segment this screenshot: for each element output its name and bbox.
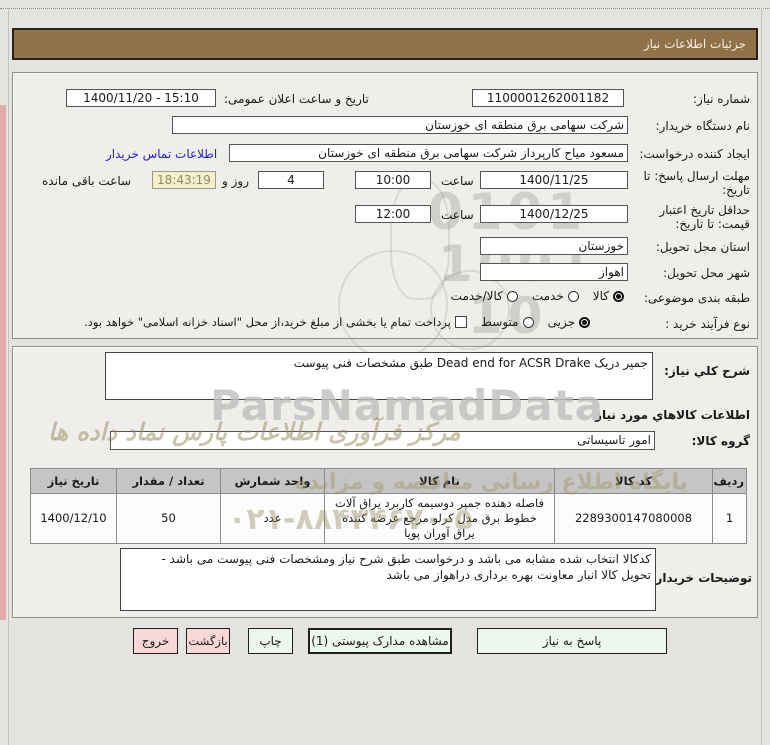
col-goods-code: کد کالا <box>554 468 713 494</box>
treasury-checkbox[interactable] <box>454 316 467 328</box>
partial-radio-label: جزیی <box>547 315 575 329</box>
goods-info-title: اطلاعات کالاهاي مورد نیاز <box>595 408 750 422</box>
delivery-city-label: شهر محل تحویل: <box>663 266 750 280</box>
print-button[interactable]: چاپ <box>248 628 293 654</box>
view-attached-docs-button[interactable]: مشاهده مدارک پیوستی (1) <box>308 628 452 654</box>
announce-datetime-label: تاریخ و ساعت اعلان عمومی: <box>224 92 369 106</box>
cell-unit: عدد <box>220 493 325 544</box>
cell-need-date: 1400/12/10 <box>30 493 117 544</box>
goods-table-row: 1 2289300147080008 فاصله دهنده جمپر دوسی… <box>30 493 747 544</box>
treasury-checkbox-option: پرداخت تمام یا بخشی از مبلغ خرید،از محل … <box>84 315 467 329</box>
radio-option-partial: جزیی <box>548 315 590 329</box>
purchase-process-radio-group: جزیی متوسط پرداخت تمام یا بخشی از مبلغ خ… <box>84 315 590 329</box>
buyer-org-label: نام دستگاه خریدار: <box>655 119 751 133</box>
treasury-checkbox-label: پرداخت تمام یا بخشی از مبلغ خرید،از محل … <box>84 315 451 329</box>
cell-goods-name: فاصله دهنده جمپر دوسیمه کاربرد یراق آلات… <box>324 493 555 544</box>
service-radio[interactable] <box>567 290 579 302</box>
left-frame-line <box>8 8 9 745</box>
back-button[interactable]: بازگشت <box>186 628 230 654</box>
need-description-textarea[interactable]: جمپر دریک Dead end for ACSR Drake طبق مش… <box>105 352 653 400</box>
cell-goods-code: 2289300147080008 <box>554 493 713 544</box>
page-title: جزئیات اطلاعات نیاز <box>643 37 746 51</box>
radio-option-medium: متوسط <box>481 315 534 329</box>
medium-radio-label: متوسط <box>480 315 519 329</box>
medium-radio[interactable] <box>522 316 534 328</box>
col-quantity: تعداد / مقدار <box>116 468 221 494</box>
delivery-province-label: استان محل تحویل: <box>655 240 750 254</box>
goods-radio[interactable] <box>613 290 624 302</box>
cell-row-number: 1 <box>712 493 747 544</box>
need-number-field[interactable]: 1100001262001182 <box>472 89 624 107</box>
goods-table: ردیف کد کالا نام کالا واحد شمارش تعداد /… <box>30 468 747 544</box>
partial-radio[interactable] <box>579 316 590 328</box>
radio-option-goods: کالا <box>593 289 624 303</box>
goods-service-radio[interactable] <box>506 290 518 302</box>
page-title-bar: جزئیات اطلاعات نیاز <box>12 28 758 60</box>
delivery-province-field[interactable]: خوزستان <box>480 237 628 255</box>
cell-quantity: 50 <box>116 493 221 544</box>
hours-remaining-label: ساعت باقی مانده <box>42 174 132 188</box>
days-label: روز و <box>222 174 249 188</box>
time-remaining-countdown: 18:43:19 <box>152 171 216 189</box>
classification-radio-group: کالا خدمت کالا/خدمت <box>437 289 624 303</box>
classification-label: طبقه بندی موضوعی: <box>643 291 750 305</box>
request-creator-label: ایجاد کننده درخواست: <box>639 147 750 161</box>
buyer-org-field[interactable]: شرکت سهامی برق منطقه ای خوزستان <box>172 116 628 134</box>
top-dotted-divider <box>0 8 770 9</box>
buyer-contact-link[interactable]: اطلاعات تماس خریدار <box>106 147 217 161</box>
radio-option-goods-service: کالا/خدمت <box>451 289 518 303</box>
purchase-process-label: نوع فرآیند خرید : <box>665 317 750 331</box>
goods-table-header-row: ردیف کد کالا نام کالا واحد شمارش تعداد /… <box>30 468 747 494</box>
goods-radio-label: کالا <box>592 289 609 303</box>
goods-service-radio-label: کالا/خدمت <box>450 289 503 303</box>
deadline-time-field[interactable]: 10:00 <box>355 171 431 189</box>
announce-datetime-field[interactable]: 1400/11/20 - 15:10 <box>66 89 216 107</box>
col-unit: واحد شمارش <box>220 468 325 494</box>
col-row-number: ردیف <box>712 468 747 494</box>
price-validity-label: حداقل تاریخ اعتبار قیمت: تا تاریخ: <box>659 203 750 231</box>
right-frame-line <box>761 8 762 745</box>
validity-date-field[interactable]: 1400/12/25 <box>480 205 628 223</box>
validity-time-field[interactable]: 12:00 <box>355 205 431 223</box>
col-need-date: تاریخ نیاز <box>30 468 117 494</box>
deadline-hour-label: ساعت <box>441 174 474 188</box>
goods-group-label: گروه کالا: <box>691 434 750 448</box>
validity-hour-label: ساعت <box>441 208 474 222</box>
need-number-label: شماره نیاز: <box>693 92 750 106</box>
radio-option-service: خدمت <box>532 289 579 303</box>
buyer-notes-textarea[interactable]: کدکالا انتخاب شده مشابه می باشد و درخواس… <box>120 548 656 611</box>
deadline-date-field[interactable]: 1400/11/25 <box>480 171 628 189</box>
response-deadline-label: مهلت ارسال پاسخ: تا تاریخ: <box>643 169 750 197</box>
need-description-label: شرح کلي نیاز: <box>664 364 750 378</box>
delivery-city-field[interactable]: اهواز <box>480 263 628 281</box>
request-creator-field[interactable]: مسعود میاح کارپرداز شرکت سهامی برق منطقه… <box>229 144 628 162</box>
buyer-notes-label: توضیحات خریدار: <box>650 571 752 585</box>
goods-group-field[interactable]: امور تاسیساتی <box>110 431 655 450</box>
exit-button[interactable]: خروج <box>133 628 178 654</box>
col-goods-name: نام کالا <box>324 468 555 494</box>
days-remaining-field[interactable]: 4 <box>258 171 324 189</box>
service-radio-label: خدمت <box>531 289 564 303</box>
respond-to-need-button[interactable]: پاسخ به نیاز <box>477 628 667 654</box>
left-edge-artifact <box>0 105 6 620</box>
need-details-page: جزئیات اطلاعات نیاز 0101 1001 10 شماره ن… <box>0 0 770 745</box>
